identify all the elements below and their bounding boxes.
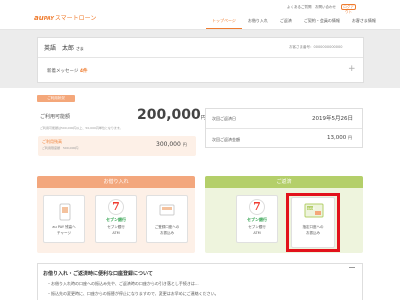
info-line: ・お借り入れ時の口座への振込み先や、ご返済時の口座からの引き落とし手続きは... (47, 281, 199, 286)
seven-bank-brand: セブン銀行 (247, 217, 267, 222)
info-line: ・振込先の変更時に、口座からの振替が停止になりますので、変更はお早めにご連絡くだ… (47, 291, 219, 296)
new-messages-count: 4件 (79, 69, 88, 74)
brand-logo[interactable]: auPAYスマートローン (34, 13, 96, 22)
card-label-1: au PAY 残高へ (52, 225, 76, 229)
nav-borrow[interactable]: お借り入れ (242, 15, 274, 29)
user-name: 英語 太郎 さま (44, 43, 84, 52)
nav-contract-info[interactable]: ご契約・会員の情報 (298, 15, 346, 29)
next-repayment-amount-label: 次回ご返済金額 (212, 137, 240, 142)
user-suffix: さま (75, 46, 84, 51)
card-label-1: セブン銀行 (107, 225, 125, 229)
brand-pay: PAY (43, 16, 54, 22)
usage-balance-amount: 300,000 円 (156, 141, 187, 148)
available-limit-amount: 200,000円 (137, 108, 206, 125)
global-nav: トップページ お借り入れ ご返済 ご契約・会員の情報 お客さま情報 (206, 15, 382, 29)
next-repayment-date: 2019年5月26日 (312, 116, 353, 122)
next-repayment-date-label: 次回ご返済日 (212, 116, 236, 121)
next-repayment-amount: 13,000 円 (327, 135, 352, 141)
nav-customer-info[interactable]: お客さま情報 (346, 15, 382, 29)
card-label-2: ATM (112, 231, 120, 235)
available-limit-label: ご利用可能額 (40, 114, 71, 120)
member-number: お客さま番号：0000000000000 (289, 45, 343, 49)
payment-app-icon (59, 203, 71, 221)
user-name-text: 英語 太郎 (44, 45, 75, 52)
new-messages-label: 新着メッセージ (47, 69, 79, 74)
expand-plus-icon[interactable]: + (348, 65, 356, 74)
seven-bank-brand: セブン銀行 (106, 217, 126, 222)
borrow-au-pay-card[interactable]: au PAY 残高へ チャージ (43, 195, 85, 243)
next-repayment-amount-value: 13,000 (327, 135, 347, 141)
repay-panel-title: ご返済 (205, 176, 363, 188)
usage-balance-value: 300,000 (156, 141, 181, 148)
bank-transfer-icon (159, 204, 175, 216)
usage-balance-label: ご利用残高 (42, 139, 62, 144)
card-label-2: ATM (253, 231, 261, 235)
card-label-1: セブン銀行 (248, 225, 266, 229)
yen-unit: 円 (182, 142, 187, 147)
borrow-panel-title: お借り入れ (37, 176, 195, 188)
borrow-seven-bank-card[interactable]: 7 セブン銀行 セブン銀行 ATM (95, 195, 137, 243)
user-card (37, 37, 364, 83)
card-label-2: チャージ (57, 231, 71, 235)
brand-text: スマートローン (54, 15, 97, 22)
brand-au: au (34, 14, 44, 22)
highlight-box (286, 193, 340, 252)
available-limit-value: 200,000 (137, 107, 201, 123)
nav-repay[interactable]: ご返済 (274, 15, 298, 29)
logout-button[interactable]: ログアウト (341, 4, 356, 14)
seven-bank-icon: 7 (108, 199, 124, 215)
card-label-2: お振込み (160, 231, 174, 235)
limit-note: ご利用可能額は500,000円以上、50,000円単位となります。 (40, 126, 123, 130)
seven-bank-icon: 7 (249, 199, 265, 215)
borrow-bank-transfer-card[interactable]: ご登録口座への お振込み (146, 195, 188, 243)
repay-seven-bank-card[interactable]: 7 セブン銀行 セブン銀行 ATM (236, 195, 278, 243)
usage-limit-sub: ご利用限度額 500,000円 (42, 146, 79, 150)
card-label-1: ご登録口座への (154, 225, 180, 229)
divider (206, 128, 362, 129)
top-links[interactable]: よくあるご質問 お問い合わせ (287, 5, 336, 10)
new-messages[interactable]: 新着メッセージ 4件 (47, 68, 88, 74)
nav-top-page[interactable]: トップページ (206, 15, 242, 29)
divider (38, 57, 363, 58)
info-title: お借り入れ・ご返済時に便利な口座登録について (43, 271, 153, 277)
collapse-minus-icon[interactable] (349, 267, 355, 268)
usage-status-tag: ご利用状況 (37, 95, 75, 102)
yen-unit: 円 (348, 135, 352, 140)
